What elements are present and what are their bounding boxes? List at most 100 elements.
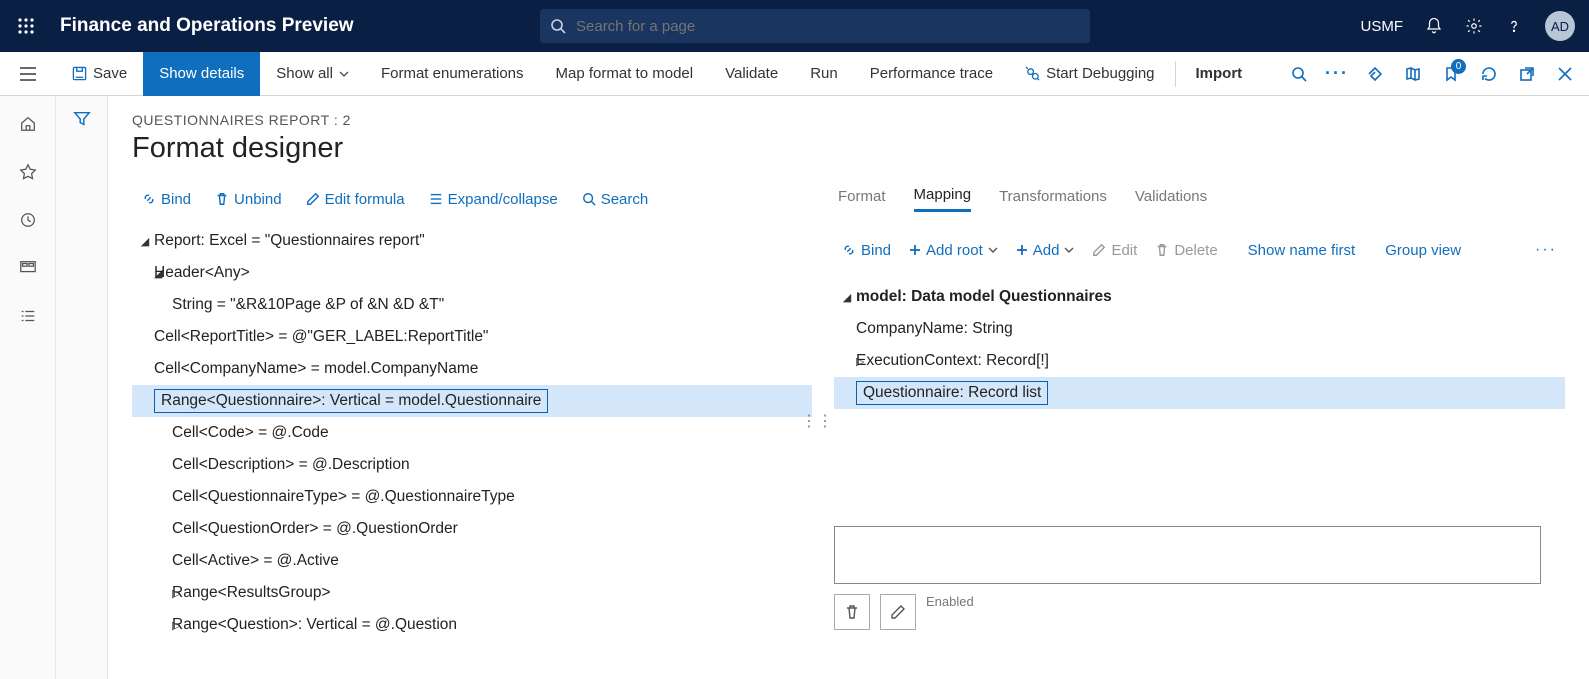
edit-label: Edit <box>1111 242 1137 259</box>
tree-node-selected[interactable]: ▷Questionnaire: Record list <box>834 377 1565 409</box>
modules-icon[interactable] <box>10 298 46 334</box>
tree-node[interactable]: Cell<Code> = @.Code <box>132 417 812 449</box>
tree-node[interactable]: Cell<QuestionnaireType> = @.Questionnair… <box>132 481 812 513</box>
tree-node[interactable]: ◢Report: Excel = "Questionnaires report" <box>132 225 812 257</box>
tree-node[interactable]: Cell<Active> = @.Active <box>132 545 812 577</box>
tree-label: Cell<CompanyName> = model.CompanyName <box>154 360 478 378</box>
user-avatar[interactable]: AD <box>1545 11 1575 41</box>
chevron-down-icon <box>339 71 349 77</box>
tree-node[interactable]: ▷ExecutionContext: Record[!] <box>834 345 1565 377</box>
tree-label: model: Data model Questionnaires <box>856 288 1112 306</box>
tab-validations[interactable]: Validations <box>1135 188 1207 211</box>
tree-node[interactable]: ▷Range<Question>: Vertical = @.Question <box>132 609 812 641</box>
bind-label: Bind <box>861 242 891 259</box>
delete-label: Delete <box>1174 242 1217 259</box>
more-icon[interactable]: ··· <box>1527 241 1565 259</box>
group-view-button[interactable]: Group view <box>1377 238 1469 263</box>
bookmark-badge: 0 <box>1451 59 1466 74</box>
open-window-icon[interactable] <box>1509 52 1545 96</box>
show-all-button[interactable]: Show all <box>260 52 365 96</box>
company-code[interactable]: USMF <box>1361 18 1404 35</box>
more-actions-icon[interactable]: ··· <box>1319 52 1355 96</box>
search-label: Search <box>601 191 649 208</box>
expand-collapse-button[interactable]: Expand/collapse <box>419 187 568 212</box>
tree-label: Cell<Active> = @.Active <box>172 552 339 570</box>
workspace-icon[interactable] <box>10 250 46 286</box>
format-enumerations-button[interactable]: Format enumerations <box>365 52 540 96</box>
tree-node[interactable]: ◢Header<Any> <box>132 257 812 289</box>
tree-node-selected[interactable]: ◢Range<Questionnaire>: Vertical = model.… <box>132 385 812 417</box>
add-button[interactable]: Add <box>1008 238 1083 263</box>
tree-label: Cell<QuestionOrder> = @.QuestionOrder <box>172 520 458 538</box>
start-debugging-button[interactable]: Start Debugging <box>1009 52 1170 96</box>
tree-node[interactable]: ▷Range<ResultsGroup> <box>132 577 812 609</box>
pencil-icon <box>306 192 320 206</box>
search-action-icon[interactable] <box>1281 52 1317 96</box>
add-root-button[interactable]: Add root <box>901 238 1006 263</box>
bind-button[interactable]: Bind <box>132 187 201 212</box>
trash-icon <box>1155 243 1169 257</box>
tab-transformations[interactable]: Transformations <box>999 188 1107 211</box>
map-icon[interactable] <box>1395 52 1431 96</box>
tree-label: String = "&R&10Page &P of &N &D &T" <box>172 296 444 314</box>
edit-formula-label: Edit formula <box>325 191 405 208</box>
gear-icon[interactable] <box>1465 17 1483 35</box>
mapping-bind-button[interactable]: Bind <box>834 238 899 263</box>
tree-node[interactable]: Cell<CompanyName> = model.CompanyName <box>132 353 812 385</box>
funnel-icon[interactable] <box>73 110 91 679</box>
edit-formula-square-button[interactable] <box>880 594 916 630</box>
edit-button: Edit <box>1084 238 1145 263</box>
map-format-button[interactable]: Map format to model <box>540 52 710 96</box>
tree-label: Cell<ReportTitle> = @"GER_LABEL:ReportTi… <box>154 328 488 346</box>
refresh-icon[interactable] <box>1471 52 1507 96</box>
tab-mapping[interactable]: Mapping <box>914 186 972 212</box>
tree-node[interactable]: String = "&R&10Page &P of &N &D &T" <box>132 289 812 321</box>
validate-button[interactable]: Validate <box>709 52 794 96</box>
delete-formula-button[interactable] <box>834 594 870 630</box>
expand-label: Expand/collapse <box>448 191 558 208</box>
tree-search-button[interactable]: Search <box>572 187 659 212</box>
trash-icon <box>215 192 229 206</box>
breadcrumb: QUESTIONNAIRES REPORT : 2 <box>132 112 1565 128</box>
waffle-menu-icon[interactable] <box>0 18 52 34</box>
help-icon[interactable] <box>1505 17 1523 35</box>
hamburger-icon[interactable] <box>0 52 56 96</box>
tree-node[interactable]: Cell<QuestionOrder> = @.QuestionOrder <box>132 513 812 545</box>
global-search[interactable] <box>540 9 1090 43</box>
clock-icon[interactable] <box>10 202 46 238</box>
home-icon[interactable] <box>10 106 46 142</box>
edit-formula-button[interactable]: Edit formula <box>296 187 415 212</box>
tree-label: Range<Question>: Vertical = @.Question <box>172 616 457 634</box>
save-button[interactable]: Save <box>56 52 143 96</box>
performance-trace-button[interactable]: Performance trace <box>854 52 1009 96</box>
show-details-button[interactable]: Show details <box>143 52 260 96</box>
formula-input[interactable] <box>834 526 1541 584</box>
tree-node[interactable]: Cell<Description> = @.Description <box>132 449 812 481</box>
close-icon[interactable] <box>1547 52 1583 96</box>
link-icon <box>842 243 856 257</box>
tree-node[interactable]: ◢model: Data model Questionnaires <box>834 281 1565 313</box>
run-button[interactable]: Run <box>794 52 854 96</box>
import-button[interactable]: Import <box>1180 52 1259 96</box>
tree-label: Cell<Description> = @.Description <box>172 456 410 474</box>
star-icon[interactable] <box>10 154 46 190</box>
plus-icon <box>1016 244 1028 256</box>
unbind-button[interactable]: Unbind <box>205 187 292 212</box>
tree-label: Questionnaire: Record list <box>856 381 1048 405</box>
global-search-input[interactable] <box>576 18 1080 35</box>
add-label: Add <box>1033 242 1060 259</box>
splitter[interactable]: ⋮⋮ <box>812 181 822 668</box>
show-name-first-button[interactable]: Show name first <box>1240 238 1364 263</box>
tree-node[interactable]: Cell<ReportTitle> = @"GER_LABEL:ReportTi… <box>132 321 812 353</box>
unbind-label: Unbind <box>234 191 282 208</box>
enabled-label: Enabled <box>926 594 974 609</box>
bell-icon[interactable] <box>1425 17 1443 35</box>
tree-label: Cell<Code> = @.Code <box>172 424 329 442</box>
bookmark-icon[interactable]: 0 <box>1433 52 1469 96</box>
attachment-icon[interactable] <box>1357 52 1393 96</box>
tree-node[interactable]: CompanyName: String <box>834 313 1565 345</box>
link-icon <box>142 192 156 206</box>
start-debug-label: Start Debugging <box>1046 65 1154 82</box>
plus-icon <box>909 244 921 256</box>
tab-format[interactable]: Format <box>838 188 886 211</box>
